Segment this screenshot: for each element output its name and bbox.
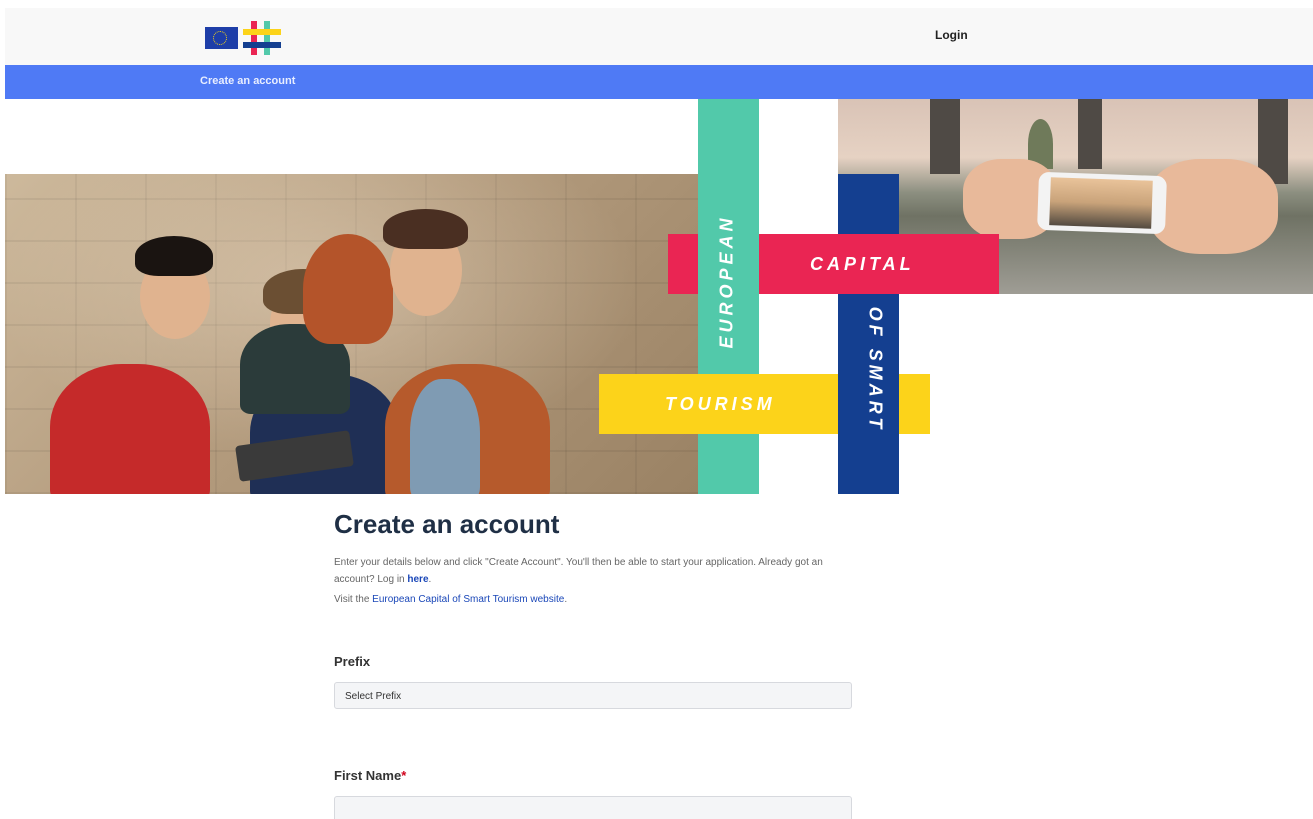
hashtag-logo-icon[interactable] [243, 21, 281, 55]
first-name-input[interactable] [334, 796, 852, 819]
required-mark: * [401, 768, 407, 783]
login-here-link[interactable]: here [407, 574, 428, 585]
main-content: Create an account Enter your details bel… [334, 509, 854, 605]
first-name-label: First Name* [334, 768, 407, 783]
prefix-select[interactable]: Select Prefix [334, 682, 852, 709]
phone-image [1037, 171, 1167, 235]
top-header: Login [5, 8, 1313, 65]
people-photo [5, 174, 698, 494]
banner-word-european: EUROPEAN [716, 214, 737, 349]
page: Login Create an account EUROPEAN CAPITAL… [0, 0, 1313, 819]
prefix-label: Prefix [334, 654, 371, 669]
page-title: Create an account [334, 509, 560, 539]
banner-word-tourism: TOURISM [665, 394, 776, 414]
nav-item-create-account[interactable]: Create an account [200, 75, 295, 87]
intro-text: Enter your details below and click "Crea… [334, 557, 823, 585]
visit-text: Visit the European Capital of Smart Tour… [334, 594, 568, 605]
eu-flag-icon [205, 27, 238, 49]
banner-word-of-smart: OF SMART [865, 306, 886, 433]
banner-word-capital: CAPITAL [810, 254, 915, 274]
hero-banner: EUROPEAN CAPITAL OF SMART TOURISM [5, 99, 1313, 494]
login-link[interactable]: Login [935, 28, 975, 42]
nav-bar: Create an account [5, 65, 1313, 99]
ecst-website-link[interactable]: European Capital of Smart Tourism websit… [372, 594, 564, 605]
